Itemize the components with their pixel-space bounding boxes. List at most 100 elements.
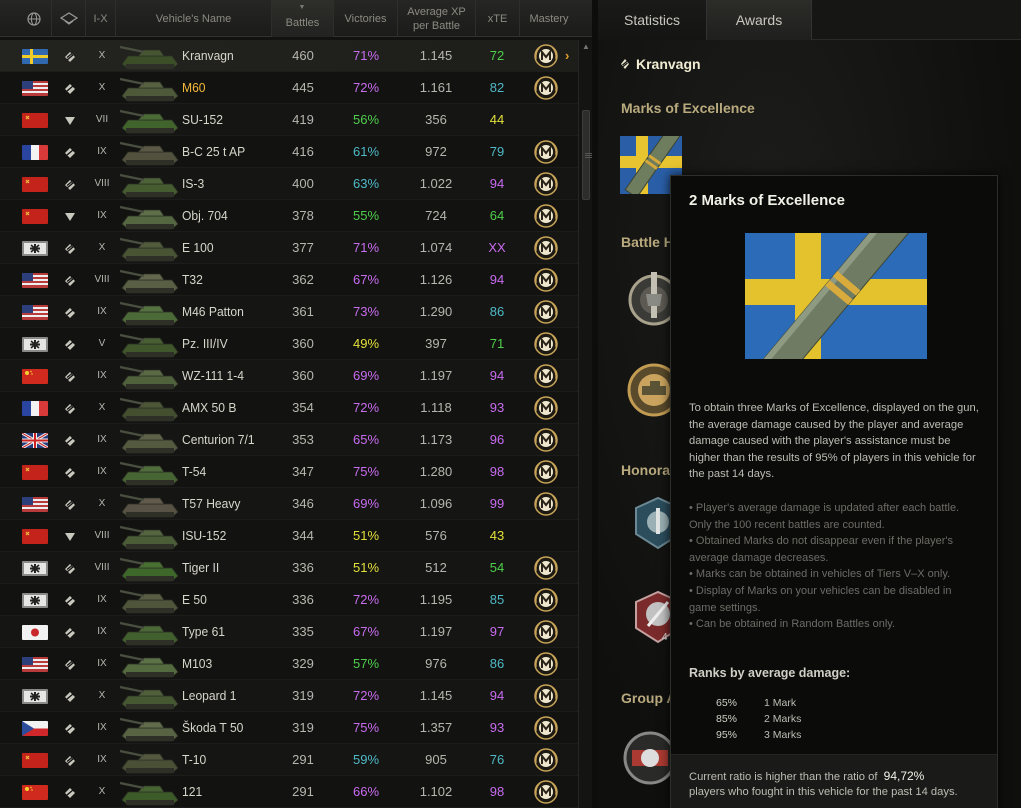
vehicle-name: T-10 — [182, 752, 207, 767]
tier-value: IX — [97, 626, 107, 637]
avg-xp-value: 1.096 — [419, 496, 453, 511]
table-row[interactable]: VIII ISU-152 344 51% 576 43 — [0, 520, 578, 552]
avg-xp-value: 397 — [425, 336, 447, 351]
tank-thumbnail-icon — [118, 42, 182, 72]
vehicle-name: B-C 25 t AP — [182, 144, 246, 159]
tank-thumbnail-icon — [118, 618, 182, 648]
table-row[interactable]: VIII T32 362 67% 1.126 94 — [0, 264, 578, 296]
sort-battles-button[interactable]: ▼ Battles — [272, 0, 334, 37]
mastery-badge-icon — [533, 299, 559, 325]
mastery-badge-icon — [533, 267, 559, 293]
battles-value: 329 — [292, 656, 314, 671]
table-row[interactable]: IX T-54 347 75% 1.280 98 — [0, 456, 578, 488]
table-row[interactable]: V Pz. III/IV 360 49% 397 71 — [0, 328, 578, 360]
table-row[interactable]: X T57 Heavy 346 69% 1.096 99 — [0, 488, 578, 520]
tab-awards[interactable]: Awards — [706, 0, 812, 40]
sort-xte-button[interactable]: xTE — [476, 0, 520, 37]
germany-flag-icon — [22, 561, 48, 576]
table-row[interactable]: X M60 445 72% 1.161 82 — [0, 72, 578, 104]
table-row[interactable]: IX T-10 291 59% 905 76 — [0, 744, 578, 776]
victories-value: 69% — [352, 368, 380, 383]
rank-row: 65% 1 Mark — [716, 697, 796, 709]
sort-tier-button[interactable]: I-X — [86, 0, 116, 37]
vehicle-name: T-54 — [182, 464, 207, 479]
table-row[interactable]: VIII IS-3 400 63% 1.022 94 — [0, 168, 578, 200]
tank-thumbnail-icon — [118, 330, 182, 360]
tab-statistics[interactable]: Statistics — [598, 0, 706, 40]
table-row[interactable]: IX B-C 25 t AP 416 61% 972 79 — [0, 136, 578, 168]
tier-value: IX — [97, 722, 107, 733]
sort-type-button[interactable] — [52, 0, 86, 37]
mastery-header-label: Mastery — [529, 12, 569, 25]
table-row[interactable]: IX Obj. 704 378 55% 724 64 — [0, 200, 578, 232]
vehicle-rows: X Kranvagn 460 71% 1.145 72 › X M60 445 72% 1.161 82… — [0, 40, 578, 808]
table-row[interactable]: IX M46 Patton 361 73% 1.290 86 — [0, 296, 578, 328]
battles-value: 360 — [292, 336, 314, 351]
sort-nation-button[interactable] — [16, 0, 52, 37]
vehicle-name: IS-3 — [182, 176, 205, 191]
table-scrollbar[interactable]: ▲ — [578, 40, 592, 808]
germany-flag-icon — [22, 689, 48, 704]
table-row[interactable]: X AMX 50 B 354 72% 1.118 93 — [0, 392, 578, 424]
mastery-badge-icon — [533, 491, 559, 517]
vehicle-name: Škoda T 50 — [182, 720, 244, 735]
tank-thumbnail-icon — [118, 234, 182, 264]
tier-value: V — [98, 338, 106, 349]
table-row[interactable]: IX E 50 336 72% 1.195 85 — [0, 584, 578, 616]
victories-value: 75% — [352, 720, 380, 735]
scroll-thumb[interactable] — [582, 110, 592, 200]
victories-value: 61% — [352, 144, 380, 159]
battles-value: 347 — [292, 464, 314, 479]
vehicle-name: AMX 50 B — [182, 400, 237, 415]
battle-heroes-heading: Battle H — [621, 234, 674, 250]
sort-mastery-button[interactable]: Mastery — [520, 0, 578, 37]
germany-flag-icon — [22, 593, 48, 608]
xte-value: 93 — [489, 720, 505, 735]
vehicle-name: Kranvagn — [182, 48, 234, 63]
table-row[interactable]: IX WZ-111 1-4 360 69% 1.197 94 — [0, 360, 578, 392]
victories-value: 73% — [352, 304, 380, 319]
france-flag-icon — [22, 145, 48, 160]
scroll-up-arrow-icon[interactable]: ▲ — [579, 40, 592, 54]
mastery-badge-icon — [533, 651, 559, 677]
usa-flag-icon — [22, 81, 48, 96]
avg-xp-value: 972 — [425, 144, 447, 159]
tier-value: IX — [97, 146, 107, 157]
table-row[interactable]: IX Škoda T 50 319 75% 1.357 93 — [0, 712, 578, 744]
battles-value: 360 — [292, 368, 314, 383]
tier-value: X — [98, 402, 106, 413]
table-row[interactable]: X Leopard 1 319 72% 1.145 94 — [0, 680, 578, 712]
battles-value: 353 — [292, 432, 314, 447]
mastery-badge-icon — [533, 43, 559, 69]
battles-value: 445 — [292, 80, 314, 95]
tank-thumbnail-icon — [118, 170, 182, 200]
sort-avg-xp-button[interactable]: Average XP per Battle — [398, 0, 476, 37]
tank-thumbnail-icon — [118, 778, 182, 808]
heavy-tank-icon — [62, 360, 78, 391]
avg-xp-value: 1.290 — [419, 304, 453, 319]
tooltip-notes: • Player's average damage is updated aft… — [689, 500, 981, 633]
table-row[interactable]: IX Type 61 335 67% 1.197 97 — [0, 616, 578, 648]
vehicle-name: SU-152 — [182, 112, 223, 127]
avg-xp-value: 1.118 — [420, 400, 452, 415]
table-row[interactable]: VII SU-152 419 56% 356 44 — [0, 104, 578, 136]
tank-thumbnail-icon — [118, 746, 182, 776]
vehicle-name: Type 61 — [182, 624, 226, 639]
france-flag-icon — [22, 401, 48, 416]
sort-victories-button[interactable]: Victories — [334, 0, 398, 37]
germany-flag-icon — [22, 337, 48, 352]
ussr-flag-icon — [22, 209, 48, 224]
sort-name-button[interactable]: Vehicle's Name — [116, 0, 272, 37]
table-row[interactable]: IX M103 329 57% 976 86 — [0, 648, 578, 680]
medium-tank-icon — [62, 136, 78, 167]
victories-value: 72% — [352, 400, 380, 415]
tank-thumbnail-icon — [118, 426, 182, 456]
avg-xp-value: 1.280 — [419, 464, 453, 479]
xte-value: 76 — [489, 752, 505, 767]
table-row[interactable]: X E 100 377 71% 1.074 XX — [0, 232, 578, 264]
heavy-tank-icon — [62, 648, 78, 679]
table-row[interactable]: X 121 291 66% 1.102 98 — [0, 776, 578, 808]
table-row[interactable]: VIII Tiger II 336 51% 512 54 — [0, 552, 578, 584]
table-row[interactable]: X Kranvagn 460 71% 1.145 72 › — [0, 40, 578, 72]
table-row[interactable]: IX Centurion 7/1 353 65% 1.173 96 — [0, 424, 578, 456]
